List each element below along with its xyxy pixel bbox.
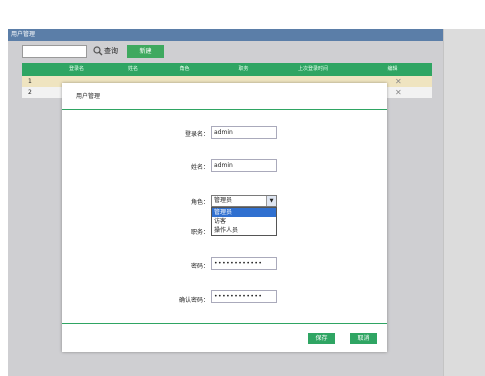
table-header: 登录名 姓名 角色 职务 上次登录时间 编辑	[22, 63, 432, 76]
table-header-edit: 编辑	[387, 66, 398, 72]
table-header-name: 姓名	[127, 66, 138, 72]
delete-icon[interactable]: ✕	[395, 87, 402, 98]
role-select[interactable]: 管理员 ▼	[211, 195, 277, 207]
role-select-value: 管理员	[214, 197, 233, 204]
right-pane	[443, 29, 485, 376]
login-field[interactable]: admin	[211, 126, 277, 139]
user-dialog: 用户管理 登录名： admin 姓名： admin 角色： 管理员 ▼ 管理员 …	[62, 83, 387, 352]
chevron-down-icon[interactable]: ▼	[266, 196, 276, 206]
table-header-num	[22, 63, 42, 76]
save-button[interactable]: 保存	[308, 333, 335, 344]
row-number: 2	[28, 89, 32, 96]
window-title: 用户管理	[8, 29, 443, 41]
new-button[interactable]: 新建	[127, 45, 164, 58]
login-label: 登录名：	[184, 131, 209, 138]
table-header-login: 登录名	[68, 66, 84, 72]
search-input[interactable]	[22, 45, 87, 58]
name-label: 姓名：	[190, 164, 209, 171]
password-label: 密码：	[190, 263, 209, 270]
position-label: 职务：	[190, 229, 209, 236]
delete-icon[interactable]: ✕	[395, 76, 402, 87]
table-header-position: 职务	[238, 66, 249, 72]
confirm-password-label: 确认密码：	[178, 297, 209, 304]
dialog-title: 用户管理	[76, 93, 101, 100]
role-option-admin[interactable]: 管理员	[212, 208, 276, 217]
dialog-footer-divider	[62, 323, 387, 324]
role-option-guest[interactable]: 访客	[212, 217, 276, 226]
cancel-button[interactable]: 取消	[350, 333, 377, 344]
table-header-role: 角色	[179, 66, 190, 72]
password-field[interactable]: ••••••••••••	[211, 257, 277, 270]
role-option-operator[interactable]: 操作人员	[212, 226, 276, 235]
confirm-password-field[interactable]: ••••••••••••	[211, 290, 277, 303]
name-field[interactable]: admin	[211, 159, 277, 172]
role-label: 角色：	[190, 199, 209, 206]
search-icon[interactable]	[93, 46, 103, 56]
search-button[interactable]: 查询	[104, 46, 118, 56]
role-dropdown[interactable]: 管理员 访客 操作人员	[211, 207, 277, 236]
row-number: 1	[28, 78, 32, 85]
table-header-last-login: 上次登录时间	[297, 66, 328, 72]
dialog-header-divider	[62, 109, 387, 110]
